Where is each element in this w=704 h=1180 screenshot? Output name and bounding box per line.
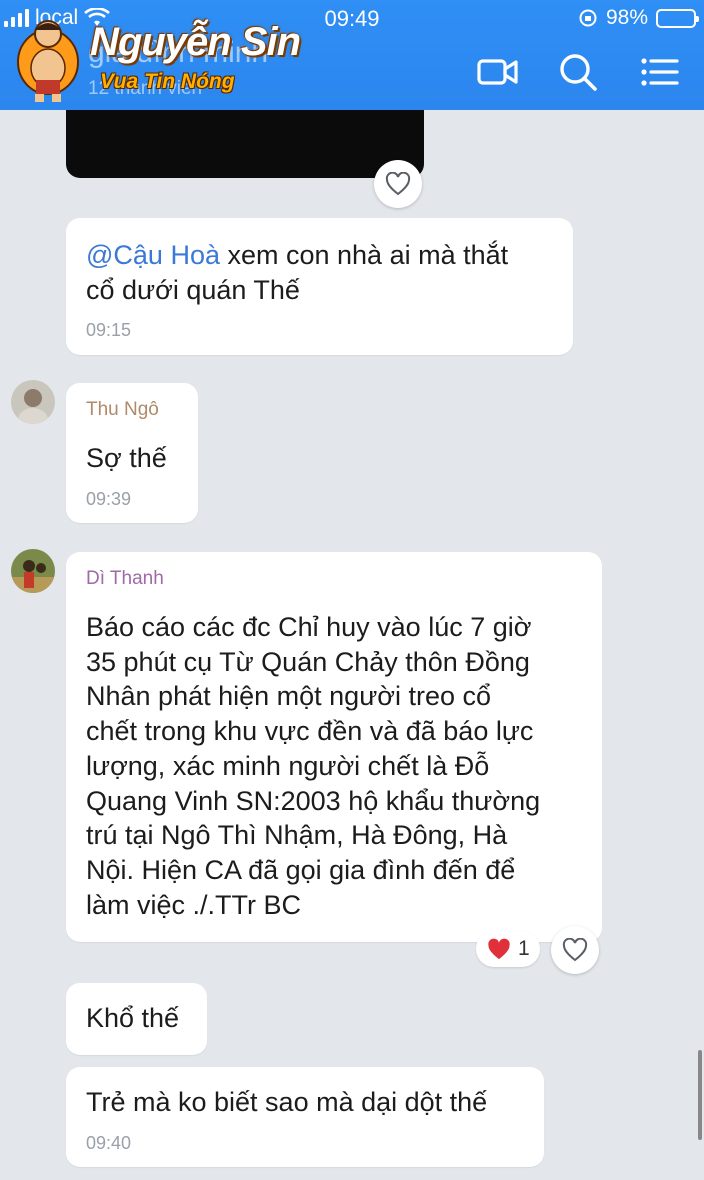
message-time: 09:40 <box>86 1133 132 1153</box>
message-bubble[interactable]: @Cậu Hoà xem con nhà ai mà thắt cổ dưới … <box>66 218 573 355</box>
orientation-lock-icon <box>579 9 597 27</box>
message-text: Sợ thế <box>86 443 167 473</box>
search-icon[interactable] <box>554 48 602 96</box>
message-bubble[interactable]: Trẻ mà ko biết sao mà dại dột thế 09:40 <box>66 1067 544 1167</box>
watermark-title: Nguyễn Sin <box>90 20 301 64</box>
menu-icon[interactable] <box>636 48 684 96</box>
message-bubble[interactable]: Thu Ngô Sợ thế 09:39 <box>66 383 198 523</box>
watermark-subtitle: Vua Tin Nóng <box>100 70 235 93</box>
mascot-logo-icon <box>17 20 79 102</box>
reaction-count: 1 <box>518 937 530 960</box>
like-button[interactable] <box>374 160 422 208</box>
scrollbar[interactable] <box>698 1050 702 1140</box>
message-text: Báo cáo các đc Chỉ huy vào lúc 7 giờ 35 … <box>86 612 541 920</box>
avatar-di-thanh[interactable] <box>11 549 55 593</box>
message-text-line: cổ dưới quán Thế <box>86 275 300 305</box>
sender-name[interactable]: Thu Ngô <box>86 399 159 421</box>
battery-percent: 98% <box>605 6 648 29</box>
avatar-thu-ngo[interactable] <box>11 380 55 424</box>
heart-outline-icon <box>562 938 588 962</box>
message-text: Khổ thế <box>86 1003 180 1033</box>
message-bubble[interactable]: Dì Thanh Báo cáo các đc Chỉ huy vào lúc … <box>66 552 602 942</box>
heart-filled-icon <box>488 938 510 959</box>
message-text: Trẻ mà ko biết sao mà dại dột thế <box>86 1087 488 1117</box>
heart-outline-icon <box>385 172 411 196</box>
like-button[interactable] <box>551 926 599 974</box>
redacted-image-message[interactable] <box>66 110 424 178</box>
message-text: @Cậu Hoà xem con nhà ai mà thắt <box>86 240 509 270</box>
message-bubble[interactable]: Khổ thế <box>66 983 207 1055</box>
status-bar-right: 98% <box>578 6 699 30</box>
message-time: 09:39 <box>86 489 132 509</box>
mention-link[interactable]: @Cậu Hoà <box>86 240 220 270</box>
battery-icon <box>656 8 699 28</box>
sender-name[interactable]: Dì Thanh <box>86 568 164 590</box>
video-call-icon[interactable] <box>474 48 522 96</box>
chat-header: local 09:49 98% gia đình minh 12 thành v… <box>0 0 704 110</box>
message-time: 09:15 <box>86 320 132 340</box>
reaction-summary[interactable]: 1 <box>476 931 540 967</box>
